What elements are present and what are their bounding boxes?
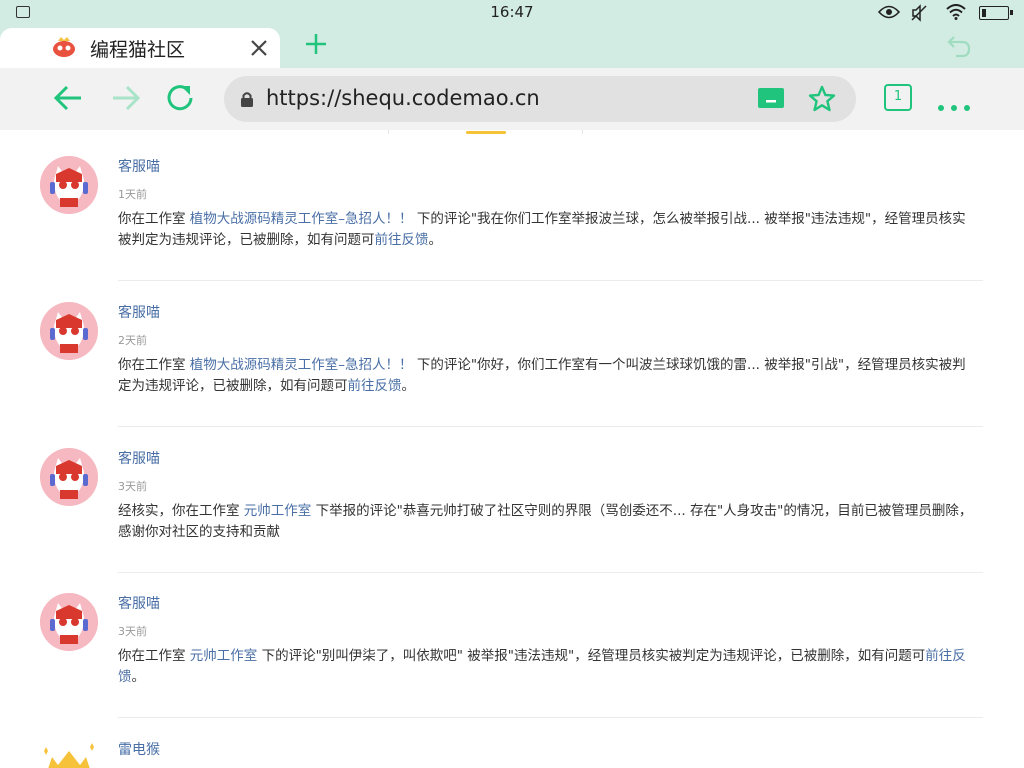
timestamp: 2天前: [118, 334, 147, 347]
body-text: 。: [131, 669, 146, 685]
address-bar[interactable]: https://shequ.codemao.cn: [224, 76, 856, 122]
studio-link[interactable]: 元帅工作室: [244, 503, 312, 519]
battery-icon: [979, 6, 1013, 20]
body-text: 你在工作室: [118, 648, 186, 664]
timestamp: 3天前: [118, 480, 147, 493]
feedback-link[interactable]: 前往反馈: [375, 232, 429, 248]
avatar[interactable]: [40, 739, 98, 768]
sender-name[interactable]: 客服喵: [118, 156, 160, 176]
body-text: 。: [401, 378, 416, 394]
monkey-avatar-icon: [44, 743, 94, 768]
avatar[interactable]: [40, 593, 98, 651]
cat-avatar-icon: [40, 448, 98, 506]
divider: [118, 280, 983, 281]
divider: [118, 426, 983, 427]
message-body: 你在工作室 元帅工作室 下的评论"别叫伊柒了，叫依欺吧" 被举报"违法违规"，经…: [118, 646, 978, 688]
divider: [118, 717, 983, 718]
message-body: 经核实，你在工作室 元帅工作室 下举报的评论"恭喜元帅打破了社区守则的界限（骂创…: [118, 501, 978, 543]
studio-link[interactable]: 植物大战源码精灵工作室–急招人！！: [190, 211, 413, 227]
body-text: 你在工作室: [118, 357, 186, 373]
tab-count-button[interactable]: 1: [884, 84, 912, 111]
active-tab-indicator: [466, 131, 506, 134]
tab-title: 编程猫社区: [90, 39, 186, 61]
feedback-link[interactable]: 前往反馈: [348, 378, 402, 394]
message-body: 你在工作室 植物大战源码精灵工作室–急招人！！ 下的评论"我在你们工作室举报波兰…: [118, 209, 978, 251]
divider: [118, 572, 983, 573]
mute-icon: [911, 4, 927, 22]
sender-name[interactable]: 客服喵: [118, 593, 160, 613]
url-text[interactable]: https://shequ.codemao.cn: [266, 86, 540, 110]
arrow-left-icon[interactable]: [52, 82, 84, 114]
undo-icon[interactable]: [946, 34, 972, 58]
body-text: 你在工作室: [118, 211, 186, 227]
battery-level: [982, 9, 986, 17]
cat-avatar-icon: [40, 302, 98, 360]
sender-name[interactable]: 客服喵: [118, 448, 160, 468]
status-bar: 16:47: [0, 0, 1024, 26]
sender-name[interactable]: 客服喵: [118, 302, 160, 322]
avatar[interactable]: [40, 156, 98, 214]
plus-icon[interactable]: [304, 32, 328, 56]
studio-link[interactable]: 植物大战源码精灵工作室–急招人！！: [190, 357, 413, 373]
body-text: 经核实，你在工作室: [118, 503, 240, 519]
browser-toolbar: https://shequ.codemao.cn 1: [0, 68, 1024, 130]
close-icon[interactable]: [248, 37, 270, 59]
cat-avatar-icon: [40, 593, 98, 651]
timestamp: 3天前: [118, 625, 147, 638]
tab-codemao[interactable]: 编程猫社区: [0, 28, 280, 68]
timestamp: 1天前: [118, 188, 147, 201]
lock-icon: [241, 92, 253, 107]
body-text: 。: [428, 232, 443, 248]
clock: 16:47: [490, 3, 534, 21]
tab-strip: 编程猫社区: [0, 26, 1024, 68]
codemao-favicon-icon: [53, 37, 75, 57]
avatar[interactable]: [40, 302, 98, 360]
message-body: 你在工作室 植物大战源码精灵工作室–急招人！！ 下的评论"你好，你们工作室有一个…: [118, 355, 978, 397]
body-text: 下的评论"别叫伊柒了，叫依欺吧" 被举报"违法违规"，经管理员核实被判定为违规评…: [261, 648, 926, 664]
wifi-icon: [946, 4, 966, 20]
studio-link[interactable]: 元帅工作室: [190, 648, 258, 664]
eye-icon: [878, 5, 900, 19]
cat-avatar-icon: [40, 156, 98, 214]
nav-divider: [582, 130, 583, 134]
nav-divider: [388, 130, 389, 134]
avatar[interactable]: [40, 448, 98, 506]
reload-icon[interactable]: [164, 82, 196, 114]
star-icon[interactable]: [808, 85, 836, 113]
desktop-mode-icon[interactable]: [757, 85, 785, 113]
page-content: 客服喵 1天前 你在工作室 植物大战源码精灵工作室–急招人！！ 下的评论"我在你…: [0, 130, 1024, 768]
sender-name[interactable]: 雷电猴: [118, 739, 160, 759]
arrow-right-icon[interactable]: [110, 82, 142, 114]
more-menu-icon[interactable]: [938, 96, 977, 115]
